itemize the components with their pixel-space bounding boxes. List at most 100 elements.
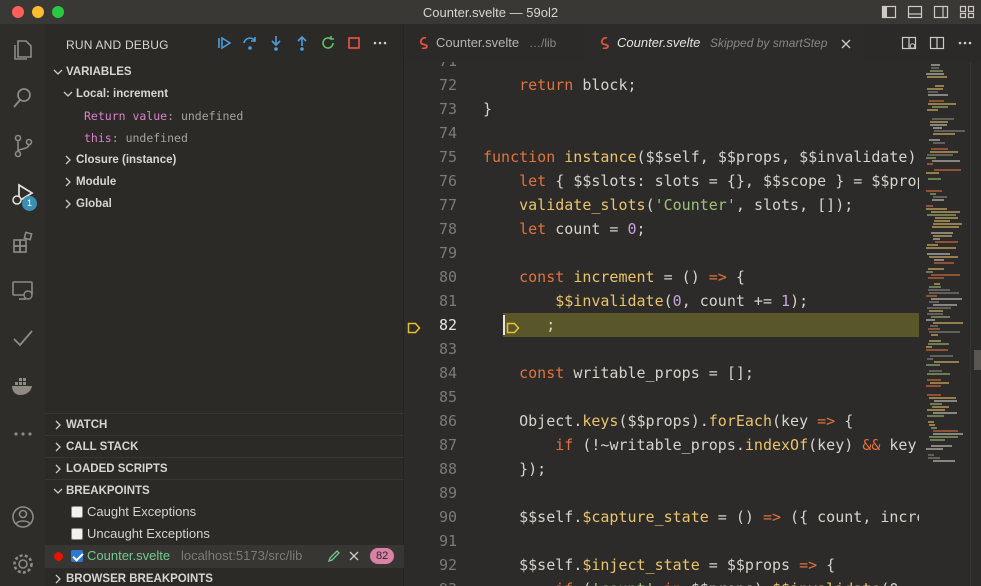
browser-breakpoints-section-header[interactable]: BROWSER BREAKPOINTS [45, 567, 404, 586]
step-out-button[interactable] [293, 34, 311, 52]
breakpoint-line-badge: 82 [370, 548, 395, 564]
minimap-line [933, 304, 957, 306]
minimap-line [927, 109, 938, 111]
local-scope-row[interactable]: Local: increment [45, 83, 404, 105]
manage-button[interactable] [0, 544, 45, 584]
code-editor[interactable]: 7172 return block;73}7475function instan… [404, 62, 919, 586]
more-views-button[interactable] [0, 414, 45, 454]
loaded-scripts-section-header[interactable]: LOADED SCRIPTS [45, 457, 404, 479]
caught-exceptions-checkbox[interactable] [71, 506, 83, 518]
remote-explorer-button[interactable] [0, 270, 45, 310]
scope-row-module[interactable]: Module [45, 171, 404, 193]
minimap-line [930, 382, 949, 384]
accounts-button[interactable] [0, 497, 45, 537]
run-debug-button[interactable]: 1 [0, 174, 45, 214]
minimap-line [930, 355, 953, 357]
uncaught-exceptions-checkbox[interactable] [71, 528, 83, 540]
caught-exceptions-row[interactable]: Caught Exceptions [45, 501, 404, 523]
remove-breakpoint-icon[interactable] [347, 549, 361, 563]
breakpoint-row[interactable]: Counter.svelte localhost:5173/src/lib 82 [45, 545, 404, 567]
source-control-button[interactable] [0, 126, 45, 166]
edit-breakpoint-icon[interactable] [327, 549, 341, 563]
minimap-line [933, 142, 945, 144]
minimap-line [928, 457, 940, 459]
minimap-line [926, 364, 940, 366]
more-actions-icon[interactable] [957, 35, 973, 51]
breakpoints-section-header[interactable]: BREAKPOINTS [45, 479, 404, 501]
open-changes-icon[interactable] [901, 35, 917, 51]
tab-counter-svelte-lib[interactable]: Counter.svelte …/lib [404, 24, 585, 62]
call-stack-section-header[interactable]: CALL STACK [45, 435, 404, 457]
close-tab-icon[interactable] [840, 38, 852, 50]
code-line: 79 [404, 241, 919, 265]
minimap-line [932, 226, 959, 228]
editor-scroll-thumb[interactable] [974, 350, 981, 370]
minimap-line [929, 100, 944, 102]
toggle-secondary-sidebar-icon[interactable] [933, 4, 949, 20]
code-line: 76 let { $$slots: slots = {}, $$scope } … [404, 169, 919, 193]
minimap-line [926, 319, 935, 321]
breakpoint-enabled-checkbox[interactable] [71, 550, 83, 562]
customize-layout-icon[interactable] [959, 4, 975, 20]
search-button[interactable] [0, 78, 45, 118]
variable-value: undefined [125, 131, 188, 145]
code-line: 86 Object.keys($$props).forEach(key => { [404, 409, 919, 433]
watch-section-header[interactable]: WATCH [45, 413, 404, 435]
uncaught-exceptions-label: Uncaught Exceptions [87, 526, 210, 541]
minimap-line [932, 118, 954, 120]
restart-button[interactable] [319, 34, 337, 52]
docker-button[interactable] [0, 366, 45, 406]
scope-row-closure[interactable]: Closure (instance) [45, 149, 404, 171]
minimap-line [928, 178, 941, 180]
line-number: 77 [438, 196, 457, 214]
line-number: 89 [438, 484, 457, 502]
toggle-primary-sidebar-icon[interactable] [881, 4, 897, 20]
line-number: 76 [438, 172, 457, 190]
variables-section-header[interactable]: VARIABLES [45, 61, 404, 83]
code-line: 93 if ('count' in $$props) $$invalidate(… [404, 577, 919, 586]
minimap-line [926, 190, 942, 192]
minimap-line [933, 133, 955, 135]
run-debug-sidebar: RUN AND DEBUG VARIABLES Local: increment… [45, 24, 404, 586]
extensions-button[interactable] [0, 222, 45, 262]
code-line: 71 [404, 62, 919, 73]
continue-button[interactable] [215, 34, 233, 52]
current-line-highlight [503, 313, 919, 337]
minimap-line [930, 403, 942, 405]
testing-button[interactable] [0, 318, 45, 358]
minimap-line [928, 91, 938, 93]
editor-scrollbar[interactable] [970, 62, 981, 586]
more-actions-button[interactable] [371, 34, 389, 52]
uncaught-exceptions-row[interactable]: Uncaught Exceptions [45, 523, 404, 545]
minimap-line [926, 205, 933, 207]
stop-button[interactable] [345, 34, 363, 52]
minimap-line [930, 439, 945, 441]
step-over-button[interactable] [241, 34, 259, 52]
minimap[interactable] [924, 62, 970, 586]
split-editor-icon[interactable] [929, 35, 945, 51]
line-number: 79 [438, 244, 457, 262]
browser-breakpoints-label: BROWSER BREAKPOINTS [66, 573, 213, 585]
toggle-panel-icon[interactable] [907, 4, 923, 20]
line-number: 84 [438, 364, 457, 382]
files-icon [10, 37, 36, 63]
variable-row[interactable]: this: undefined [45, 127, 404, 149]
tab-filename: Counter.svelte [436, 35, 520, 50]
tab-counter-svelte-active[interactable]: Counter.svelte Skipped by smartStep [585, 24, 864, 62]
minimap-line [929, 286, 941, 288]
minimap-line [931, 445, 952, 447]
minimap-line [928, 103, 956, 105]
minimap-line [933, 196, 947, 198]
code-text: const increment = () => { [483, 268, 745, 286]
minimap-line [931, 274, 960, 276]
tab-description: Skipped by smartStep [710, 36, 828, 50]
scope-row-global[interactable]: Global [45, 193, 404, 215]
testing-icon [10, 325, 36, 351]
minimap-line [931, 64, 940, 66]
minimap-line [933, 412, 957, 414]
code-line: 77 validate_slots('Counter', slots, []); [404, 193, 919, 217]
step-into-button[interactable] [267, 34, 285, 52]
explorer-button[interactable] [0, 30, 45, 70]
variable-row[interactable]: Return value: undefined [45, 105, 404, 127]
code-line: 73} [404, 97, 919, 121]
